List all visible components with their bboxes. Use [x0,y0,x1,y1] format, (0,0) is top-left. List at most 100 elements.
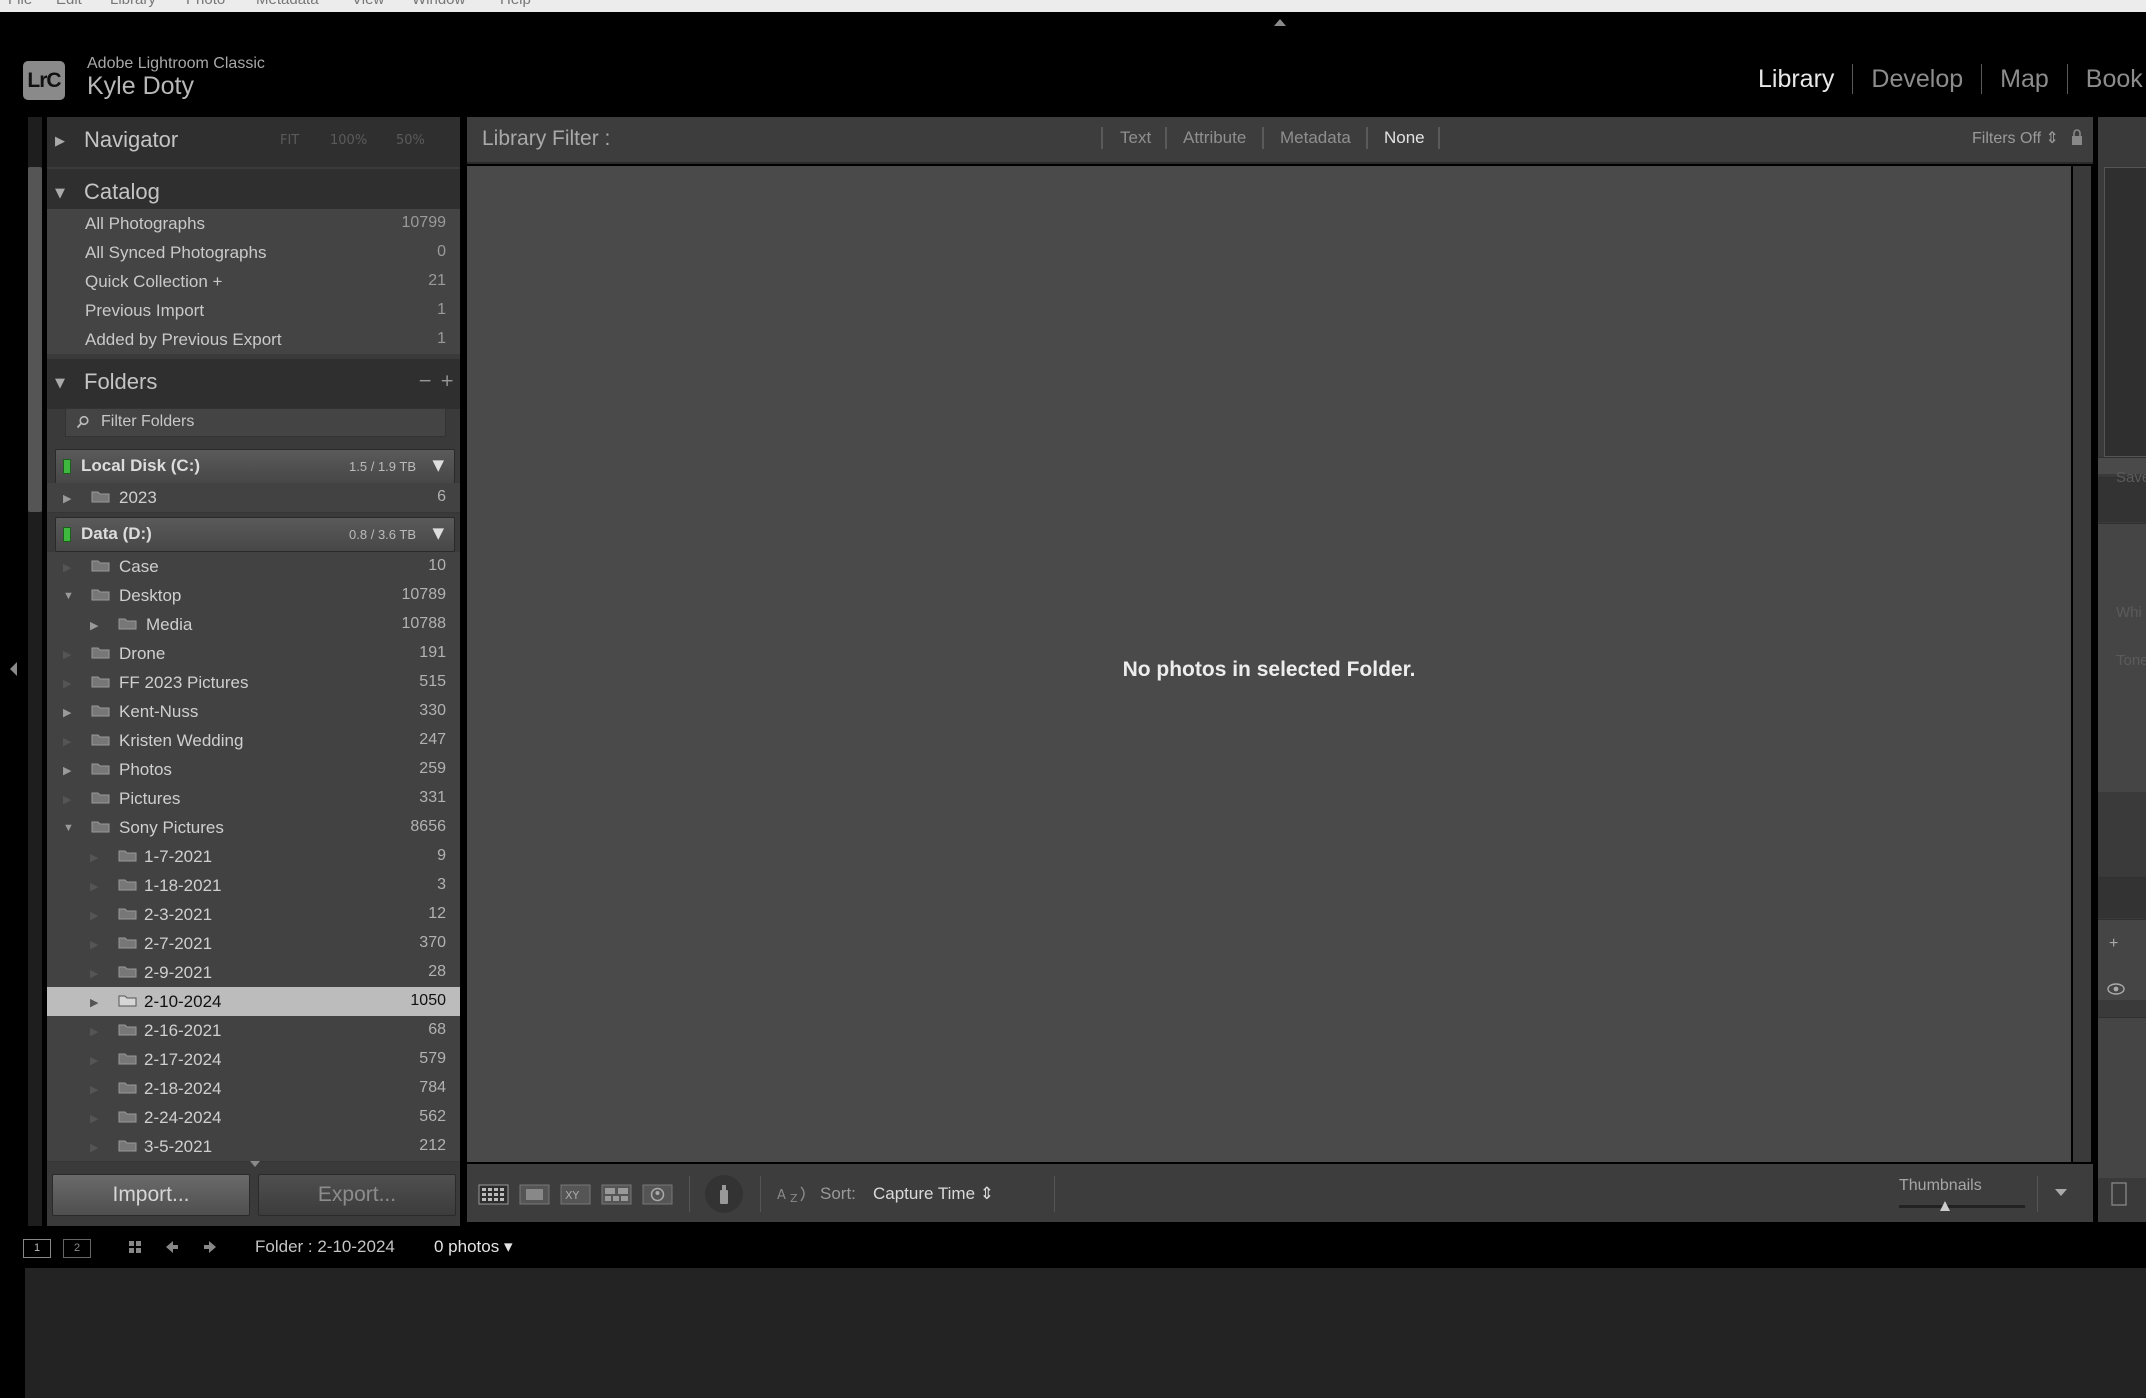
menu-file[interactable]: File [8,0,32,8]
collapse-triangle-icon[interactable]: ▼ [55,376,65,391]
collapse-top-panel-icon[interactable] [1272,17,1288,27]
menu-view[interactable]: View [352,0,384,8]
folder-row[interactable]: ▶ 3-5-2021 212 [47,1132,460,1162]
folder-expand-icon[interactable]: ▶ [63,706,71,719]
sync-settings-icon[interactable] [2111,1182,2127,1206]
main-window-button[interactable]: 1 [23,1239,51,1258]
zoom-fit[interactable]: FIT [280,133,299,148]
folder-row[interactable]: ▶ 2-18-2024 784 [47,1074,460,1104]
menu-library[interactable]: Library [110,0,156,8]
folder-row[interactable]: ▶ Media 10788 [47,610,460,640]
sort-direction-icon[interactable]: A Z [776,1183,810,1205]
folder-collapse-icon[interactable]: ▼ [63,822,74,834]
sort-dropdown[interactable]: Capture Time ⇕ [873,1184,994,1204]
folder-row[interactable]: ▶ Drone 191 [47,639,460,669]
folders-header[interactable]: ▼ Folders − + [47,359,460,409]
thumbnail-size-slider[interactable] [1899,1205,2025,1208]
folder-row[interactable]: ▶ 2-16-2021 68 [47,1016,460,1046]
left-panel-scroll-thumb[interactable] [28,167,42,512]
filmstrip[interactable] [25,1268,2146,1398]
module-library[interactable]: Library [1740,65,1852,94]
volume-data-d[interactable]: Data (D:) 0.8 / 3.6 TB ▼ [55,517,455,552]
volume-dropdown-icon[interactable]: ▼ [432,456,444,474]
filmstrip-photo-count[interactable]: 0 photos ▾ [434,1237,512,1257]
catalog-item-all-synced[interactable]: All Synced Photographs 0 [47,238,460,267]
catalog-item-added-by-export[interactable]: Added by Previous Export 1 [47,325,460,354]
catalog-item-previous-import[interactable]: Previous Import 1 [47,296,460,325]
folder-count: 9 [437,847,446,864]
folder-expand-icon[interactable]: ▶ [90,619,98,632]
filter-tab-metadata[interactable]: Metadata [1280,128,1351,148]
scroll-down-icon[interactable] [249,1160,261,1168]
folder-row[interactable]: ▶ Photos 259 [47,755,460,785]
toolbar-content-dropdown-icon[interactable] [2054,1187,2068,1197]
compare-view-icon[interactable]: XY [560,1184,591,1205]
svg-text:Z: Z [790,1192,798,1205]
filter-tab-attribute[interactable]: Attribute [1183,128,1246,148]
zoom-50[interactable]: 50% [396,133,425,148]
eye-icon[interactable] [2107,983,2125,995]
menu-metadata[interactable]: Metadata [256,0,319,8]
minus-icon[interactable]: − [418,371,432,391]
folder-row[interactable]: ▶ FF 2023 Pictures 515 [47,668,460,698]
secondary-window-button[interactable]: 2 [63,1239,91,1258]
volume-local-disk-c[interactable]: Local Disk (C:) 1.5 / 1.9 TB ▼ [55,449,455,484]
menu-edit[interactable]: Edit [56,0,82,8]
menu-help[interactable]: Help [500,0,531,8]
folder-row[interactable]: ▶ Pictures 331 [47,784,460,814]
collapse-triangle-icon[interactable]: ▼ [55,186,65,201]
folder-row[interactable]: ▶ 2023 6 [47,483,460,513]
zoom-100[interactable]: 100% [330,133,367,148]
folder-collapse-icon[interactable]: ▼ [63,590,74,602]
module-book[interactable]: Book [2068,65,2146,94]
folder-expand-icon[interactable]: ▶ [90,996,98,1009]
folder-row[interactable]: ▶ 2-3-2021 12 [47,900,460,930]
folder-row[interactable]: ▶ 2-7-2021 370 [47,929,460,959]
people-view-icon[interactable] [642,1184,673,1205]
survey-view-icon[interactable] [601,1184,632,1205]
folder-row[interactable]: ▶ 2-17-2024 579 [47,1045,460,1075]
folder-row[interactable]: ▶ 2-9-2021 28 [47,958,460,988]
slider-knob[interactable] [1939,1200,1951,1212]
module-map[interactable]: Map [1982,65,2067,94]
catalog-item-all-photographs[interactable]: All Photographs 10799 [47,209,460,238]
plus-icon[interactable]: + [440,371,454,391]
folder-row[interactable]: ▶ Kent-Nuss 330 [47,697,460,727]
folder-expand-icon[interactable]: ▶ [63,492,71,505]
folder-row[interactable]: ▶ Kristen Wedding 247 [47,726,460,756]
filter-tab-none[interactable]: None [1384,128,1425,148]
menu-window[interactable]: Window [412,0,465,8]
folder-expand-icon[interactable]: ▶ [63,764,71,777]
folder-row[interactable]: ▶ 1-18-2021 3 [47,871,460,901]
menu-photo[interactable]: Photo [186,0,225,8]
folder-row[interactable]: ▼ Sony Pictures 8656 [47,813,460,843]
expand-triangle-icon[interactable]: ▶ [55,134,65,149]
folder-row[interactable]: ▶ 1-7-2021 9 [47,842,460,872]
catalog-item-quick-collection[interactable]: Quick Collection + 21 [47,267,460,296]
filter-tab-text[interactable]: Text [1120,128,1151,148]
folder-row-selected[interactable]: ▶ 2-10-2024 1050 [47,987,460,1017]
filmstrip-source-label[interactable]: Folder : 2-10-2024 [255,1237,395,1257]
grid-view-icon[interactable] [478,1184,509,1205]
painter-button[interactable] [705,1175,743,1213]
forward-arrow-icon[interactable] [202,1239,218,1255]
filter-folders-input[interactable]: Filter Folders [65,408,446,437]
volume-dropdown-icon[interactable]: ▼ [432,524,444,542]
folder-row[interactable]: ▶ Case 10 [47,552,460,582]
folder-row[interactable]: ▶ 2-24-2024 562 [47,1103,460,1133]
grid-shortcut-icon[interactable] [127,1239,143,1255]
module-develop[interactable]: Develop [1853,65,1981,94]
folder-row[interactable]: ▼ Desktop 10789 [47,581,460,611]
filter-presets-dropdown[interactable]: Filters Off ⇕ [1972,128,2059,148]
export-button[interactable]: Export... [258,1174,456,1216]
navigator-header[interactable]: ▶ Navigator FIT 100% 50% [47,117,460,167]
collapse-left-panel-icon[interactable] [7,660,19,678]
grid-scrollbar[interactable] [2073,166,2091,1162]
lock-icon[interactable] [2070,127,2084,147]
plus-icon[interactable]: + [2109,935,2118,953]
loupe-view-icon[interactable] [519,1184,550,1205]
back-arrow-icon[interactable] [164,1239,180,1255]
grid-view[interactable]: No photos in selected Folder. [467,166,2071,1162]
import-button[interactable]: Import... [52,1174,250,1216]
catalog-item-count: 1 [437,330,446,347]
